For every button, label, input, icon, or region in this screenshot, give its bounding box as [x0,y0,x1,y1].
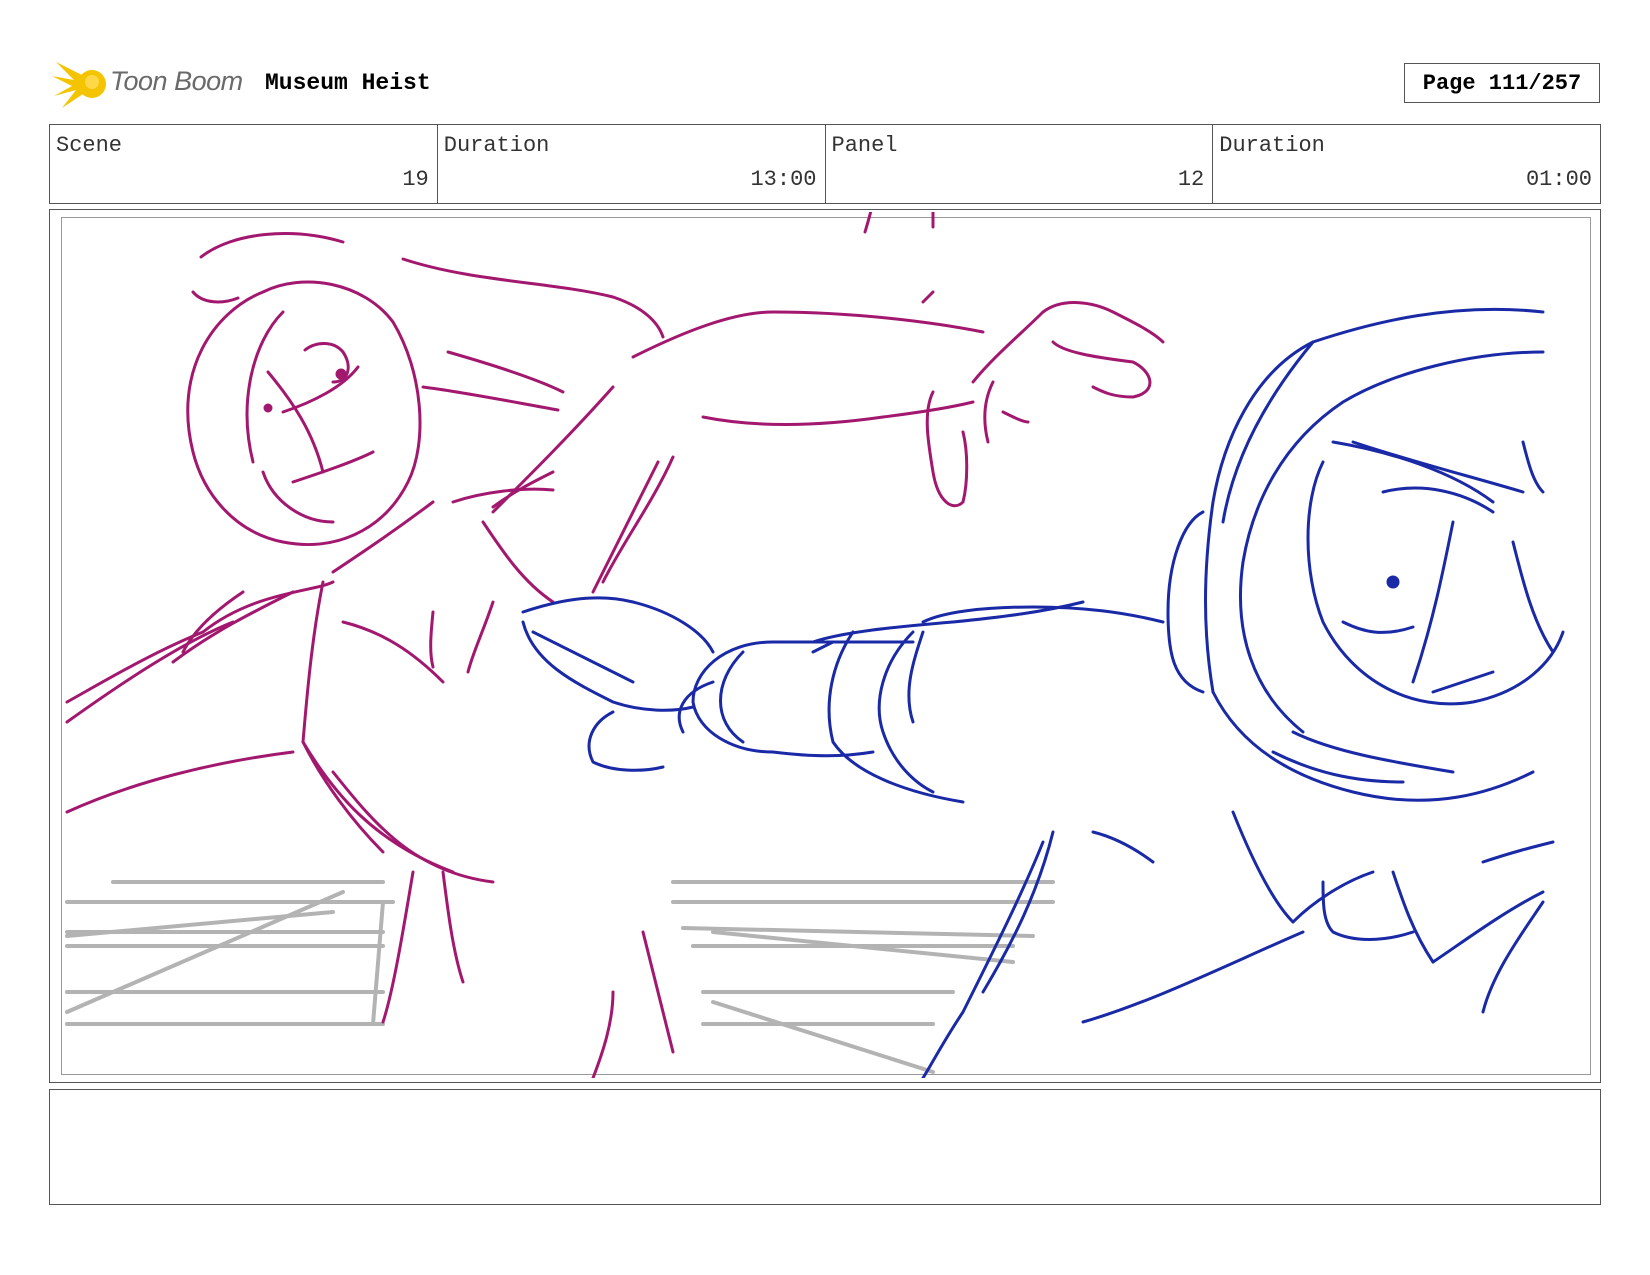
magenta-character-sketch [65,212,1165,1078]
panel-value: 12 [1177,167,1205,192]
scene-info-row: Scene 19 Duration 13:00 Panel 12 Duratio… [49,124,1601,204]
scene-duration-value: 13:00 [750,167,817,192]
scene-label: Scene [56,133,123,158]
panel-duration-value: 01:00 [1525,167,1592,192]
scene-cell: Scene 19 [50,125,438,203]
blue-character-sketch [521,307,1565,1078]
panel-duration-label: Duration [1219,133,1325,158]
scene-duration-cell: Duration 13:00 [438,125,826,203]
panel-label: Panel [831,133,898,158]
panel-notes-box [49,1089,1601,1205]
project-title: Museum Heist [265,70,431,96]
logo-text: Toon Boom [110,66,243,96]
storyboard-sketch [65,212,1565,1078]
scene-duration-label: Duration [443,133,550,158]
panel-cell: Panel 12 [826,125,1214,203]
panel-duration-cell: Duration 01:00 [1213,125,1600,203]
page-indicator: Page 111/257 [1404,63,1600,103]
background-sketch-lines [65,880,1055,1074]
scene-value: 19 [402,167,429,192]
